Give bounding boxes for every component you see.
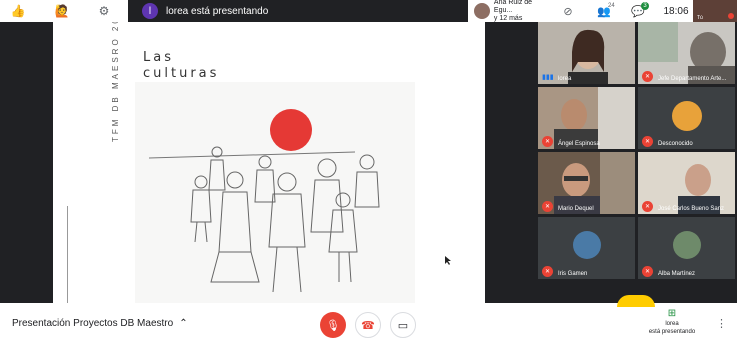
captions-off-icon[interactable]: ⊘ — [560, 0, 576, 22]
participant-name: Mario Dequel — [558, 206, 594, 212]
sketch-drawing — [148, 109, 380, 293]
top-bar: 👍 🙋 ⚙ l lorea está presentando Ana Ruiz … — [0, 0, 737, 22]
mic-off-icon: ✕ — [542, 266, 553, 277]
mic-toggle-button[interactable]: 🎙 — [320, 312, 346, 338]
participant-name: Iris Gamen — [558, 271, 588, 277]
mic-off-icon: 🎙 — [326, 319, 340, 332]
participant-avatar — [573, 231, 601, 259]
bottom-bar: Presentación Proyectos DB Maestro ⌃ 🎙 ☎ … — [0, 295, 737, 345]
participant-tile[interactable]: ✕ Ángel Espinosa — [538, 87, 635, 149]
meeting-title: Presentación Proyectos DB Maestro — [12, 318, 174, 329]
self-mic-off-icon — [728, 13, 734, 19]
mic-off-icon: ✕ — [542, 201, 553, 212]
participant-tile[interactable]: ✕ Mario Dequel — [538, 152, 635, 214]
mouse-pointer-icon — [445, 252, 451, 270]
attendee-name: Ana Ruiz de Egu... — [493, 0, 533, 14]
camera-icon: ▭ — [397, 319, 409, 332]
clock: 18:06 — [663, 5, 689, 17]
participant-name: José Carlos Bueno Sanz — [658, 206, 725, 212]
present-screen-icon: ⊞ — [667, 308, 677, 319]
speaking-indicator-icon: ▮▮▮ — [542, 74, 554, 81]
thumbs-up-icon[interactable]: 👍 — [4, 0, 32, 22]
participant-avatar — [673, 231, 701, 259]
mic-off-icon: ✕ — [642, 201, 653, 212]
slide-side-line — [67, 206, 68, 303]
participant-tile[interactable]: ▮▮▮ lorea — [538, 22, 635, 84]
chevron-up-icon: ⌃ — [179, 318, 188, 329]
presenting-banner: l lorea está presentando — [128, 0, 468, 22]
mic-off-icon: ✕ — [542, 136, 553, 147]
more-options-icon[interactable]: ⋮ — [716, 317, 727, 330]
attendee-avatar — [474, 3, 490, 19]
meeting-details-button[interactable]: Presentación Proyectos DB Maestro ⌃ — [12, 318, 188, 329]
presenter-avatar: l — [142, 3, 158, 19]
slide-title: Las culturas — [143, 50, 220, 81]
mic-off-icon: ✕ — [642, 266, 653, 277]
slide-illustration — [135, 82, 415, 303]
slide-side-text: TFM DB MAESRO 2020 — [111, 22, 120, 142]
presenting-status-text: está presentando — [648, 329, 696, 335]
participant-tile[interactable]: ✕ Alba Martínez — [638, 217, 735, 279]
gear-icon[interactable]: ⚙ — [90, 0, 118, 22]
presenting-text: lorea está presentando — [166, 5, 269, 17]
mic-off-icon: ✕ — [642, 71, 653, 82]
participant-avatar — [672, 101, 702, 131]
participant-tile[interactable]: ✕ Jefe Departamento Arte... — [638, 22, 735, 84]
presentation-stage: TFM DB MAESRO 2020 Las culturas — [0, 22, 538, 303]
participant-name: Desconocido — [658, 141, 693, 147]
participant-tile[interactable]: ✕ Iris Gamen — [538, 217, 635, 279]
self-view[interactable]: Tú — [693, 0, 737, 22]
attendee-chip[interactable]: Ana Ruiz de Egu... y 12 más — [472, 0, 552, 22]
self-label: Tú — [697, 15, 703, 21]
participant-grid: ▮▮▮ lorea ✕ Jefe Departamento Arte... ✕ … — [538, 22, 737, 281]
partial-participant-avatar — [617, 295, 655, 307]
red-sun — [270, 109, 312, 151]
presenting-status-name: lorea — [665, 321, 679, 327]
phone-hangup-icon: ☎ — [361, 319, 375, 332]
slide: TFM DB MAESRO 2020 Las culturas — [53, 22, 485, 303]
participant-name: Jefe Departamento Arte... — [658, 76, 727, 82]
meet-window: 👍 🙋 ⚙ l lorea está presentando Ana Ruiz … — [0, 0, 737, 345]
raise-hand-icon[interactable]: 🙋 — [48, 0, 76, 22]
camera-toggle-button[interactable]: ▭ — [390, 312, 416, 338]
participant-name: lorea — [558, 76, 572, 82]
mic-off-icon: ✕ — [642, 136, 653, 147]
hang-up-button[interactable]: ☎ — [355, 312, 381, 338]
presenting-status-button[interactable]: ⊞ lorea está presentando — [640, 308, 704, 336]
participant-tile[interactable]: ✕ Desconocido — [638, 87, 735, 149]
chat-badge: 3 — [641, 2, 649, 10]
participant-name: Ángel Espinosa — [558, 141, 600, 147]
participant-tile[interactable]: ✕ José Carlos Bueno Sanz — [638, 152, 735, 214]
people-count: 24 — [608, 3, 615, 9]
participant-name: Alba Martínez — [658, 271, 696, 277]
